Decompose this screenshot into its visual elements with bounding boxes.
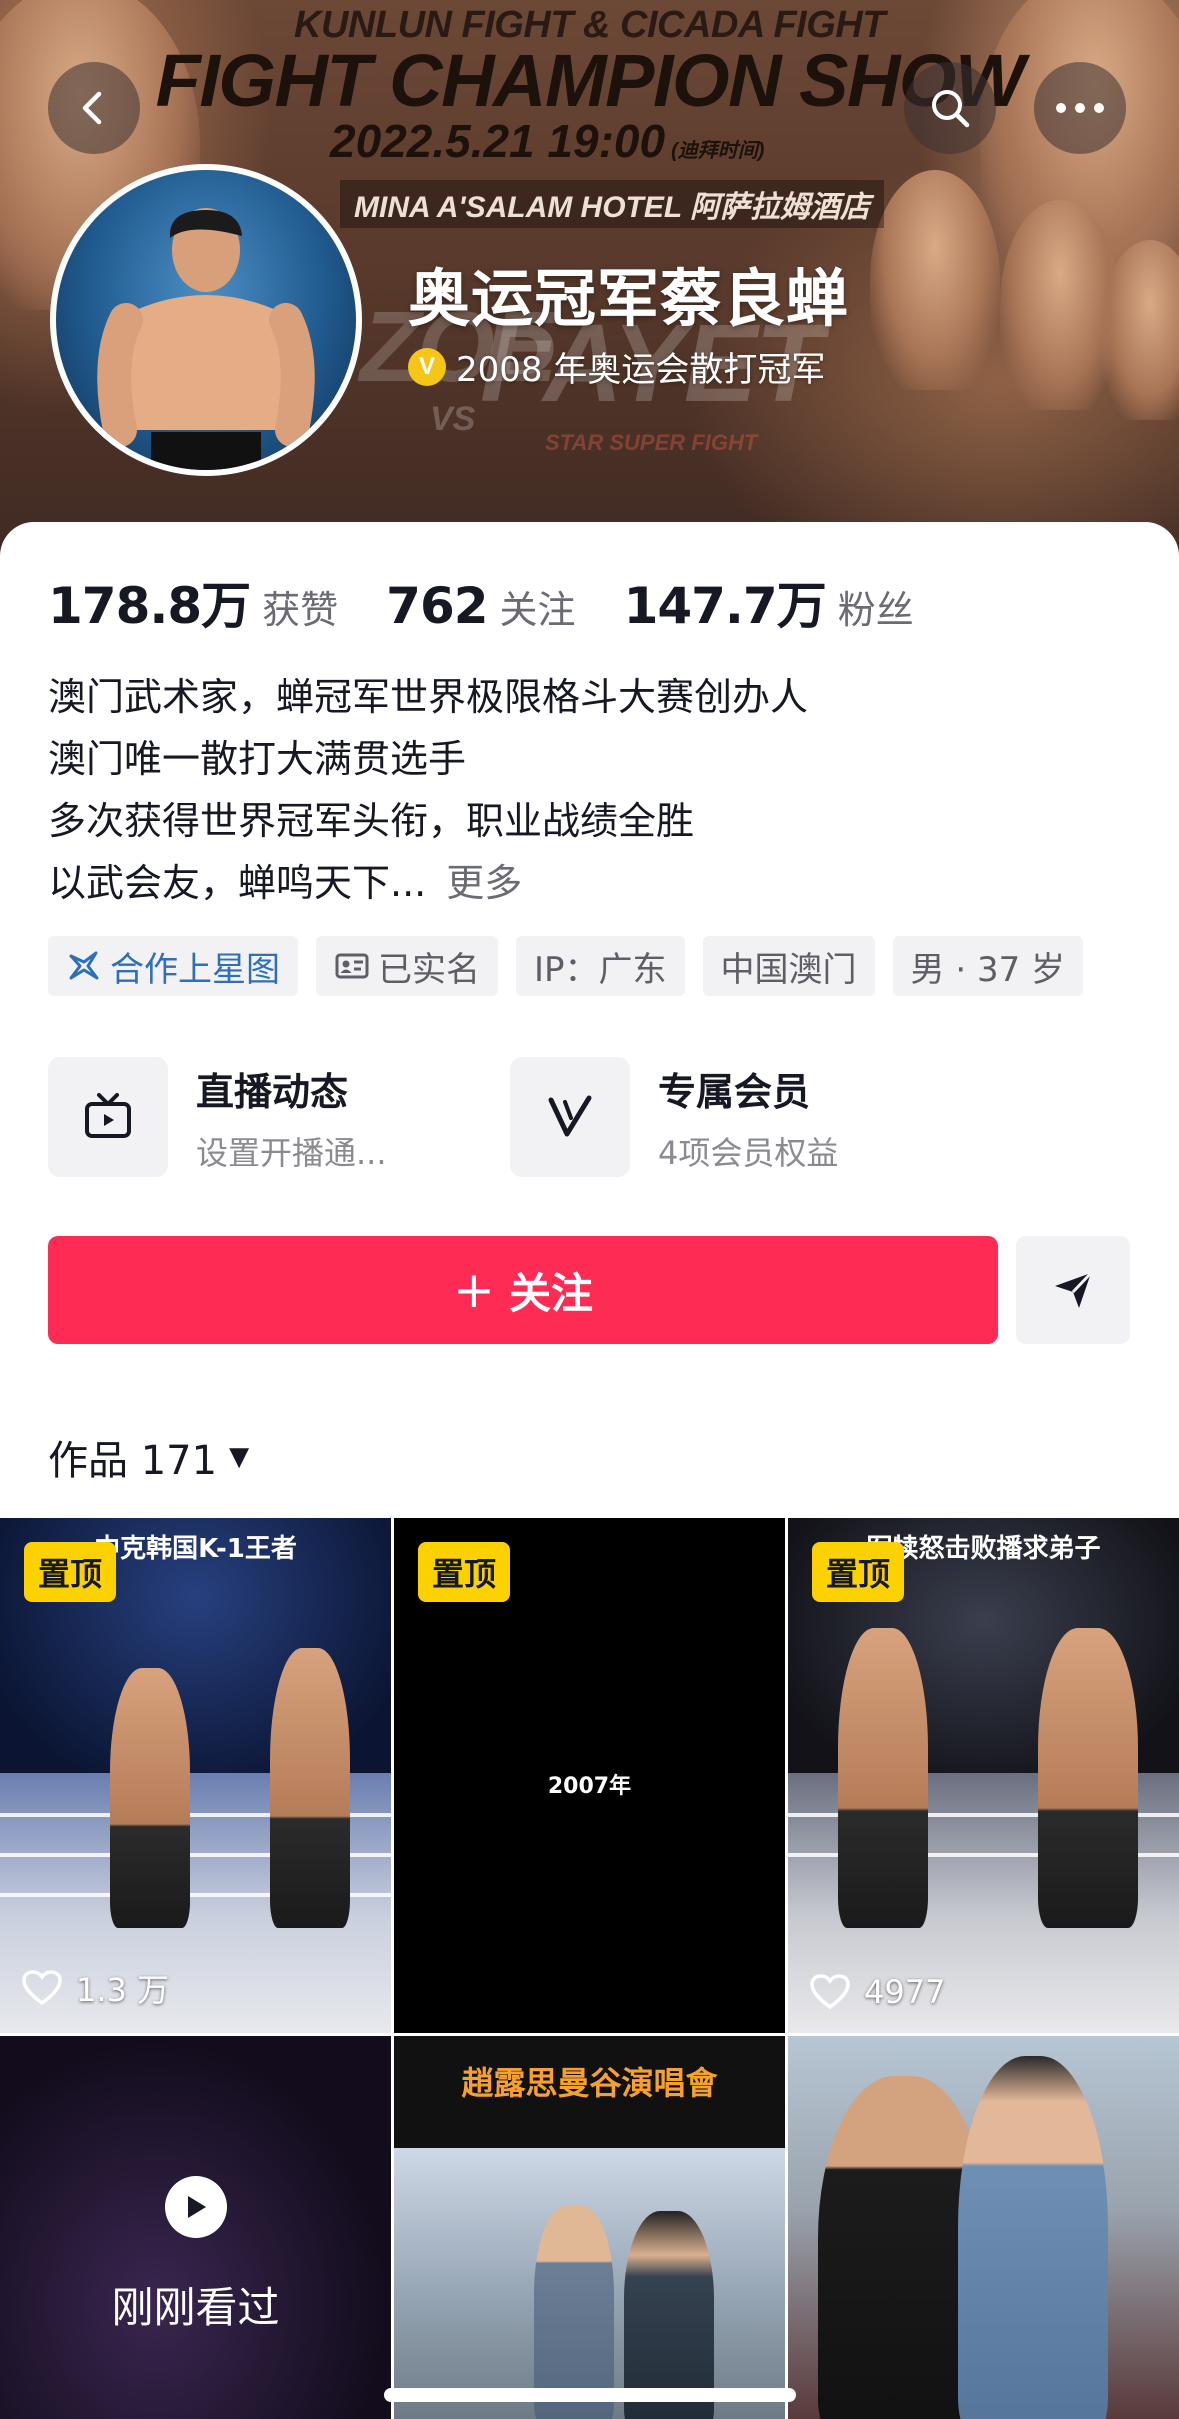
pinned-badge: 置顶	[418, 1542, 511, 1602]
caret-down-icon: ▼	[229, 1442, 250, 1472]
tv-icon	[85, 1093, 131, 1138]
bio-line-last: 以武会友，蝉鸣天下... 更多	[48, 852, 808, 914]
tag-gender-age-label: 男 · 37 岁	[910, 949, 1066, 990]
banner-title-line2: FIGHT CHAMPION SHOW	[155, 39, 1025, 122]
service-live-icon-box	[48, 1057, 168, 1177]
recently-watched-label: 刚刚看过	[111, 2283, 280, 2332]
like-count-text: 4977	[864, 1973, 946, 2011]
back-button[interactable]	[48, 62, 140, 154]
avatar-fighter-figure	[97, 208, 315, 470]
tag-star-map-label: 合作上星图	[110, 949, 280, 990]
id-card-icon	[335, 953, 369, 979]
video-thumbnail[interactable]	[788, 2036, 1179, 2419]
profile-name: 奥运冠军蔡良蝉	[408, 262, 850, 335]
tags-row: 合作上星图 已实名 IP：广东 中国澳门 男 · 37 岁	[48, 936, 1084, 996]
pinned-badge: 置顶	[812, 1542, 905, 1602]
service-live-title: 直播动态	[196, 1069, 349, 1114]
share-button[interactable]	[1016, 1236, 1130, 1344]
video-thumbnail[interactable]: 2007年 置顶	[394, 1518, 785, 2033]
banner-date-note: (迪拜时间)	[671, 140, 765, 162]
tag-ip-label: IP：广东	[534, 949, 667, 990]
stat-followers-label: 粉丝	[837, 588, 914, 632]
verification-text: 2008 年奥运会散打冠军	[456, 350, 826, 390]
works-tab-label: 作品 171	[48, 1438, 218, 1484]
banner-hotel: MINA A'SALAM HOTEL 阿萨拉姆酒店	[340, 180, 885, 228]
tag-ip: IP：广东	[516, 936, 685, 996]
works-tab[interactable]: 作品 171 ▼	[48, 1428, 249, 1486]
video-thumbnail[interactable]: 刚刚看过	[0, 2036, 391, 2419]
video-thumbnail[interactable]: 军犊怒击败播求弟子 置顶 4977	[788, 1518, 1179, 2033]
thumb-fighter	[838, 1628, 928, 1928]
services-row: 直播动态 设置开播通... 专属会员 4项会员权益	[48, 1056, 1148, 1178]
verified-badge-icon: V	[408, 347, 446, 386]
search-icon	[932, 90, 970, 128]
bio-line: 以武会友，蝉鸣天下...	[48, 861, 427, 905]
recently-watched-overlay: 刚刚看过	[0, 2176, 391, 2335]
heart-icon	[22, 1970, 62, 2006]
thumb-headline: 趙露思曼谷演唱會	[461, 2064, 718, 2102]
send-icon	[1055, 1271, 1093, 1308]
plus-icon: +	[453, 1261, 495, 1319]
tag-location-label: 中国澳门	[720, 949, 857, 990]
service-membership-title: 专属会员	[658, 1069, 811, 1114]
follow-button-label: 关注	[508, 1268, 593, 1318]
follow-button[interactable]: + 关注	[48, 1236, 998, 1344]
play-icon	[164, 2176, 227, 2238]
service-live[interactable]: 直播动态 设置开播通...	[48, 1056, 387, 1178]
tag-location: 中国澳门	[702, 936, 875, 996]
stats-row: 178.8万 获赞 762 关注 147.7万 粉丝	[48, 566, 962, 638]
service-membership[interactable]: 专属会员 4项会员权益	[510, 1056, 838, 1178]
bio-line: 澳门武术家，蝉冠军世界极限格斗大赛创办人	[48, 675, 809, 719]
avatar[interactable]	[50, 164, 362, 476]
heart-icon	[810, 1974, 850, 2010]
stat-likes-label: 获赞	[262, 588, 339, 632]
service-live-subtitle: 设置开播通...	[196, 1133, 387, 1172]
banner-subfight: STAR SUPER FIGHT	[545, 430, 758, 455]
more-button[interactable]	[1034, 62, 1126, 154]
service-membership-subtitle: 4项会员权益	[658, 1133, 839, 1172]
membership-v-icon	[548, 1095, 592, 1137]
stat-followers-value: 147.7万	[623, 577, 827, 635]
verification-row: V 2008 年奥运会散打冠军	[408, 342, 825, 391]
tag-gender-age: 男 · 37 岁	[892, 936, 1084, 996]
stat-following[interactable]: 762 关注	[386, 577, 575, 635]
like-count: 1.3 万	[22, 1965, 169, 2011]
chevron-left-icon	[82, 91, 102, 125]
bio[interactable]: 澳门武术家，蝉冠军世界极限格斗大赛创办人 澳门唯一散打大满贯选手 多次获得世界冠…	[48, 666, 808, 914]
video-thumbnail[interactable]: 趙露思曼谷演唱會	[394, 2036, 785, 2419]
home-indicator	[384, 2388, 796, 2402]
tag-verified-name-label: 已实名	[378, 949, 480, 990]
banner-date-text: 2022.5.21 19:00	[330, 115, 666, 167]
tag-verified-name[interactable]: 已实名	[316, 936, 498, 996]
stat-followers[interactable]: 147.7万 粉丝	[624, 566, 914, 638]
works-grid: 中克韩国K-1王者 置顶 1.3 万 2007年 置顶 军犊怒击败播求弟子 置顶	[0, 1518, 1179, 2419]
thumb-center-text: 2007年	[547, 1774, 632, 1799]
thumb-fighter	[270, 1648, 350, 1928]
more-dots-icon	[1056, 103, 1104, 113]
pinned-badge: 置顶	[24, 1542, 117, 1602]
service-membership-icon-box	[510, 1057, 630, 1177]
stat-likes[interactable]: 178.8万 获赞	[48, 566, 338, 638]
like-count: 4977	[810, 1973, 945, 2011]
banner-vs: VS	[430, 400, 476, 438]
star-map-icon	[69, 951, 99, 980]
bio-more-link[interactable]: 更多	[446, 861, 522, 905]
thumb-fighter	[1038, 1628, 1138, 1928]
like-count-text: 1.3 万	[76, 1971, 170, 2009]
tag-star-map[interactable]: 合作上星图	[48, 936, 298, 996]
service-live-text: 直播动态 设置开播通...	[196, 1061, 387, 1174]
service-membership-text: 专属会员 4项会员权益	[658, 1061, 838, 1174]
search-button[interactable]	[904, 62, 996, 154]
stat-following-label: 关注	[499, 588, 576, 632]
stat-following-value: 762	[386, 577, 488, 635]
stat-likes-value: 178.8万	[48, 577, 251, 635]
bio-line: 多次获得世界冠军头衔，职业战绩全胜	[48, 799, 695, 843]
banner-date: 2022.5.21 19:00 (迪拜时间)	[330, 114, 764, 168]
thumb-person	[958, 2056, 1108, 2419]
video-thumbnail[interactable]: 中克韩国K-1王者 置顶 1.3 万	[0, 1518, 391, 2033]
play-triangle-icon	[187, 2196, 206, 2218]
bio-line: 澳门唯一散打大满贯选手	[48, 737, 467, 781]
banner-fighter-mid1	[870, 170, 1000, 390]
thumb-fighter	[110, 1668, 190, 1928]
